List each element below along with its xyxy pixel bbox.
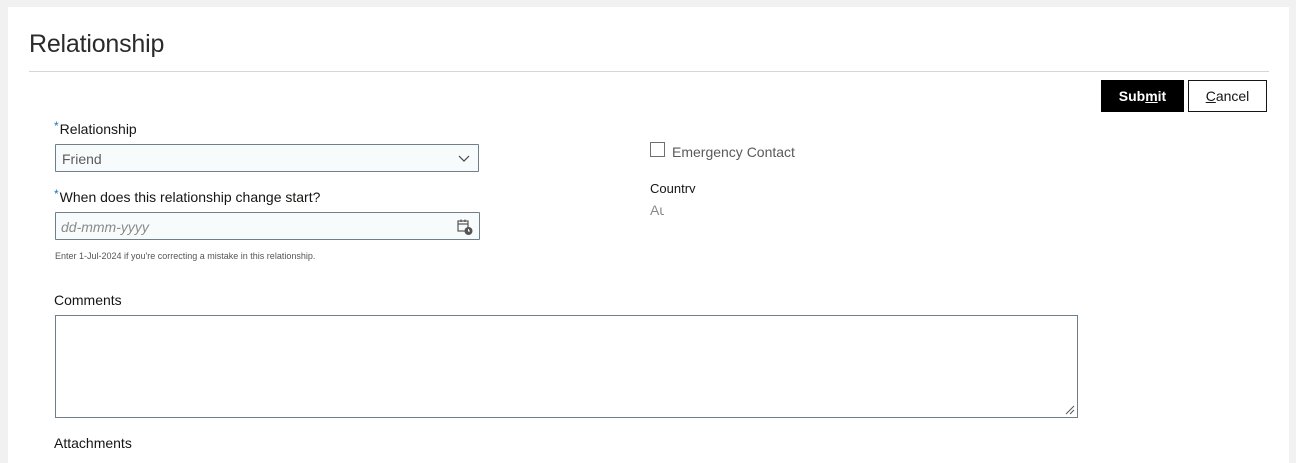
cancel-label-part: ancel bbox=[1215, 88, 1250, 104]
submit-button[interactable]: Sub m it bbox=[1101, 80, 1184, 112]
relationship-label-text: Relationship bbox=[59, 121, 137, 137]
comments-textarea[interactable] bbox=[55, 315, 1078, 418]
resize-handle-icon[interactable] bbox=[1065, 405, 1075, 415]
cancel-button[interactable]: Cancel bbox=[1188, 80, 1267, 112]
emergency-contact-checkbox[interactable] bbox=[650, 142, 665, 157]
start-date-label-text: When does this relationship change start… bbox=[59, 189, 321, 205]
calendar-icon[interactable] bbox=[456, 218, 474, 236]
start-date-input[interactable]: dd-mmm-yyyy bbox=[55, 212, 480, 240]
start-date-label: *When does this relationship change star… bbox=[54, 187, 321, 205]
relationship-select-value: Friend bbox=[62, 151, 102, 167]
submit-label-part: it bbox=[1157, 88, 1167, 104]
relationship-label: *Relationship bbox=[54, 119, 137, 137]
required-indicator: * bbox=[54, 119, 59, 133]
cancel-accesskey: C bbox=[1205, 88, 1216, 104]
title-divider bbox=[29, 71, 1269, 72]
start-date-hint: Enter 1-Jul-2024 if you're correcting a … bbox=[55, 251, 316, 261]
start-date-placeholder: dd-mmm-yyyy bbox=[61, 219, 149, 235]
submit-accesskey: m bbox=[1145, 88, 1158, 104]
relationship-panel: Relationship Sub m it Cancel *Relationship… bbox=[8, 7, 1289, 463]
country-value: Au bbox=[650, 202, 664, 218]
attachments-label: Attachments bbox=[54, 435, 132, 451]
page-title: Relationship bbox=[29, 30, 165, 58]
comments-label: Comments bbox=[54, 292, 122, 308]
chevron-down-icon bbox=[458, 155, 470, 162]
submit-label-part: Sub bbox=[1118, 88, 1146, 104]
required-indicator: * bbox=[54, 187, 59, 201]
relationship-select[interactable]: Friend bbox=[55, 144, 479, 172]
emergency-contact-label[interactable]: Emergency Contact bbox=[672, 144, 795, 160]
country-label: Country bbox=[650, 181, 696, 193]
